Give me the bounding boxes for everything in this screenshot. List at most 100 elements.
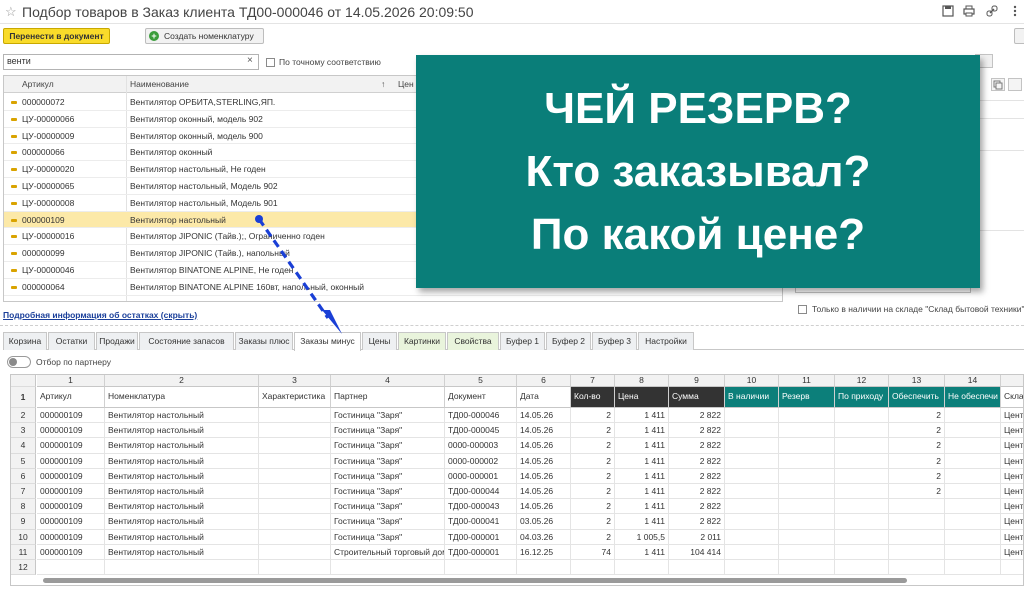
more-actions-button[interactable] [1014,28,1024,44]
sheet-cell[interactable]: 000000109 [37,468,105,484]
sheet-cell-empty[interactable] [1001,560,1023,576]
sheet-cell[interactable]: Гостиница "Заря" [331,514,445,530]
sheet-cell[interactable] [889,514,945,530]
sheet-cell[interactable]: Вентилятор настольный [105,484,259,500]
sheet-cell[interactable] [259,514,331,530]
tab-1[interactable]: Корзина [3,332,47,350]
sheet-cell[interactable]: Гостиница "Заря" [331,438,445,454]
sheet-cell[interactable]: 2 [571,408,615,424]
sheet-cell[interactable]: Центр [1001,484,1023,500]
sheet-cell[interactable]: 1 411 [615,499,669,515]
sheet-cell-empty[interactable] [725,560,779,576]
sheet-cell[interactable]: 1 411 [615,468,669,484]
sheet-cell[interactable]: 14.05.26 [517,484,571,500]
sheet-cell[interactable]: 2 [889,468,945,484]
sheet-cell[interactable]: 2 [571,499,615,515]
save-icon[interactable] [941,5,954,18]
tab-2[interactable]: Остатки [48,332,95,350]
sheet-cell[interactable]: 2 [571,438,615,454]
sheet-cell[interactable]: Гостиница "Заря" [331,529,445,545]
sheet-cell[interactable] [259,544,331,560]
sheet-cell[interactable]: 000000109 [37,484,105,500]
sheet-cell-empty[interactable] [259,560,331,576]
sheet-cell[interactable]: Вентилятор настольный [105,423,259,439]
sheet-cell[interactable] [835,529,889,545]
sheet-cell[interactable] [945,529,1001,545]
tab-10[interactable]: Буфер 1 [500,332,545,350]
sheet-cell[interactable]: Центр [1001,438,1023,454]
sheet-cell[interactable] [889,499,945,515]
sheet-cell[interactable]: Центр [1001,545,1023,560]
sheet-cell[interactable]: 1 411 [615,453,669,469]
sheet-cell[interactable] [259,484,331,500]
sheet-cell[interactable]: Центр [1001,408,1023,424]
sheet-cell[interactable]: 1 411 [615,544,669,560]
sheet-cell[interactable] [779,529,835,545]
sheet-cell[interactable]: 1 411 [615,438,669,454]
sheet-cell[interactable]: ТД00-000046 [445,408,517,424]
sheet-cell[interactable] [779,544,835,560]
sheet-cell[interactable] [725,468,779,484]
sheet-cell-empty[interactable] [779,560,835,576]
sheet-cell-empty[interactable] [37,560,105,576]
sheet-cell[interactable]: 14.05.26 [517,499,571,515]
sheet-cell[interactable]: 2 [889,484,945,500]
sheet-cell[interactable] [835,408,889,424]
sheet-cell[interactable]: 2 [571,529,615,545]
sheet-cell[interactable]: Вентилятор настольный [105,408,259,424]
scrollbar-thumb[interactable] [43,578,907,583]
column-header-name[interactable]: Наименование [130,79,189,89]
sheet-cell[interactable]: 000000109 [37,544,105,560]
sheet-cell-empty[interactable] [331,560,445,576]
star-icon[interactable]: ☆ [5,4,17,20]
sheet-cell[interactable] [725,499,779,515]
sheet-cell[interactable]: Строительный торговый дом [331,544,445,560]
sheet-cell[interactable]: ТД00-000045 [445,423,517,439]
tab-3[interactable]: Продажи [96,332,138,350]
sheet-cell-empty[interactable] [889,560,945,576]
sheet-cell[interactable]: ТД00-000044 [445,484,517,500]
sheet-cell[interactable] [835,453,889,469]
tab-4[interactable]: Состояние запасов [139,332,234,350]
sheet-cell[interactable]: 1 411 [615,408,669,424]
sheet-cell[interactable]: Вентилятор настольный [105,544,259,560]
sheet-cell[interactable]: Центр [1001,514,1023,530]
sheet-cell[interactable]: Вентилятор настольный [105,453,259,469]
sheet-cell[interactable]: 2 [889,453,945,469]
sheet-cell[interactable] [779,408,835,424]
sheet-cell[interactable]: 2 822 [669,423,725,439]
sheet-cell[interactable]: 2 [571,468,615,484]
sheet-cell[interactable] [835,484,889,500]
sheet-cell[interactable]: 000000109 [37,514,105,530]
sheet-cell[interactable]: 0000-000002 [445,453,517,469]
tab-7[interactable]: Цены [362,332,397,350]
sheet-cell[interactable]: 1 411 [615,514,669,530]
sheet-cell[interactable] [779,468,835,484]
sheet-cell[interactable]: 000000109 [37,423,105,439]
sheet-cell[interactable]: 14.05.26 [517,438,571,454]
sheet-cell[interactable]: 000000109 [37,529,105,545]
sheet-cell[interactable] [835,468,889,484]
sheet-cell[interactable]: 104 414 [669,544,725,560]
sheet-cell[interactable] [889,529,945,545]
clear-icon[interactable]: × [247,55,253,66]
sheet-cell[interactable]: 14.05.26 [517,423,571,439]
sheet-cell[interactable]: Вентилятор настольный [105,514,259,530]
sheet-cell[interactable]: 2 [889,423,945,439]
sheet-cell[interactable] [945,468,1001,484]
sheet-cell[interactable]: 2 822 [669,453,725,469]
sheet-cell[interactable]: ТД00-000043 [445,499,517,515]
sheet-cell[interactable]: 74 [571,544,615,560]
sheet-cell[interactable] [945,408,1001,424]
sheet-cell[interactable]: 000000109 [37,499,105,515]
sheet-cell[interactable] [725,544,779,560]
sheet-cell[interactable]: Гостиница "Заря" [331,468,445,484]
panel-button[interactable] [1008,78,1022,91]
sheet-cell[interactable] [259,453,331,469]
sheet-cell[interactable]: Центр [1001,469,1023,484]
sheet-cell[interactable]: 2 822 [669,408,725,424]
sheet-cell[interactable]: 0000-000003 [445,438,517,454]
sheet-cell[interactable]: Центр [1001,454,1023,469]
print-icon[interactable] [962,5,975,18]
sheet-cell[interactable]: 000000109 [37,453,105,469]
